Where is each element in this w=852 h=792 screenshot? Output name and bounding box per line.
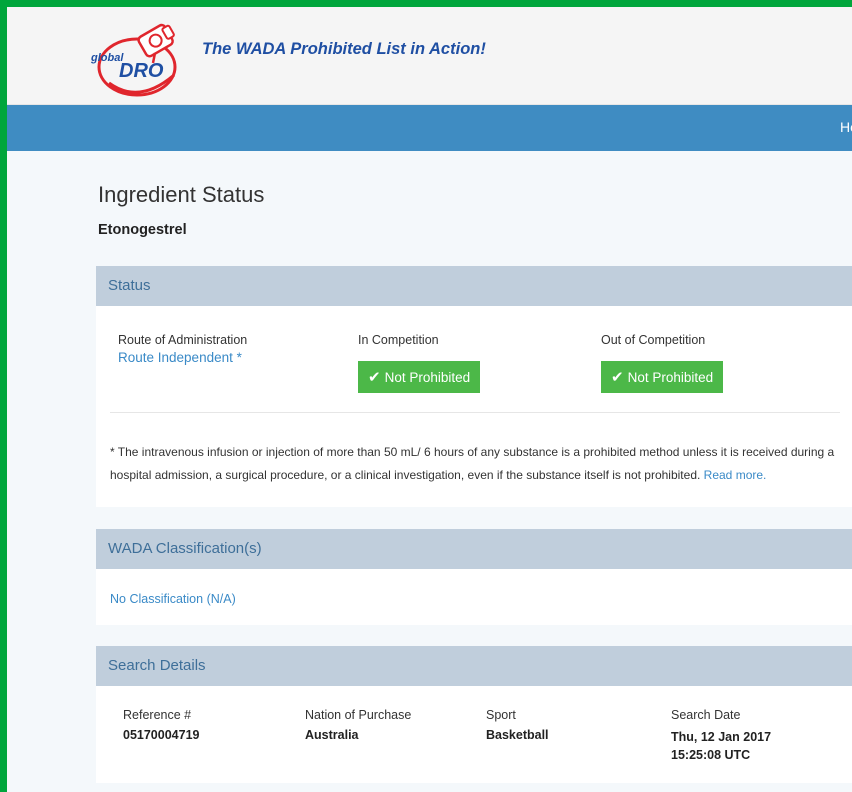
- classification-heading: WADA Classification(s): [96, 529, 852, 569]
- in-competition-label: In Competition: [358, 333, 439, 347]
- status-panel: Status Route of Administration Route Ind…: [96, 266, 852, 507]
- search-details-heading: Search Details: [96, 646, 852, 686]
- iv-footnote: * The intravenous infusion or injection …: [110, 441, 845, 487]
- reference-value: 05170004719: [123, 728, 200, 742]
- page-title: Ingredient Status: [98, 182, 265, 207]
- out-competition-label: Out of Competition: [601, 333, 706, 347]
- status-heading: Status: [96, 266, 852, 306]
- out-competition-status-badge: ✔ Not Prohibited: [601, 361, 724, 393]
- check-icon: ✔: [611, 369, 624, 386]
- site-header: global DRO The WADA Prohibited List in A…: [7, 7, 852, 105]
- classification-value-link[interactable]: No Classification (N/A): [110, 592, 236, 606]
- classification-panel: WADA Classification(s) No Classification…: [96, 529, 852, 625]
- logo-text-main: DRO: [119, 60, 164, 82]
- ingredient-name: Etonogestrel: [98, 222, 187, 238]
- in-competition-status-text: Not Prohibited: [384, 369, 471, 385]
- sport-label: Sport: [486, 708, 516, 722]
- read-more-link[interactable]: Read more.: [704, 468, 767, 482]
- nav-home-link[interactable]: Ho: [840, 119, 852, 135]
- page-frame: global DRO The WADA Prohibited List in A…: [7, 7, 852, 792]
- nation-label: Nation of Purchase: [305, 708, 412, 722]
- search-date-label: Search Date: [671, 708, 741, 722]
- logo-graphic: global DRO: [90, 23, 177, 97]
- top-navbar: Ho: [7, 105, 852, 151]
- globaldro-logo[interactable]: global DRO: [79, 13, 199, 99]
- check-icon: ✔: [368, 369, 381, 386]
- site-tagline: The WADA Prohibited List in Action!: [202, 40, 486, 58]
- search-details-panel: Search Details Reference # 05170004719 N…: [96, 646, 852, 783]
- route-independent-link[interactable]: Route Independent *: [118, 350, 242, 365]
- reference-label: Reference #: [123, 708, 192, 722]
- out-competition-status-text: Not Prohibited: [627, 369, 714, 385]
- sport-value: Basketball: [486, 728, 549, 742]
- status-divider: [110, 412, 840, 413]
- in-competition-status-badge: ✔ Not Prohibited: [358, 361, 481, 393]
- search-date-value: Thu, 12 Jan 2017 15:25:08 UTC: [671, 730, 772, 762]
- route-label: Route of Administration: [118, 333, 248, 347]
- nation-value: Australia: [305, 728, 359, 742]
